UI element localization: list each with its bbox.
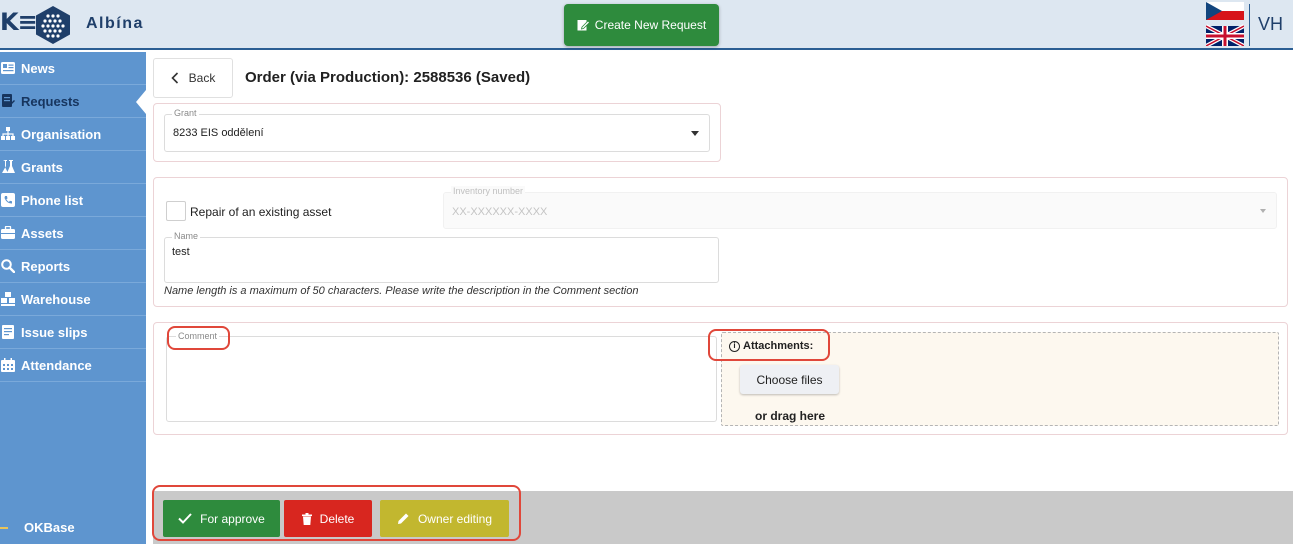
chevron-down-icon	[691, 131, 699, 136]
sidebar-item-issue-slips[interactable]: Issue slips	[0, 316, 146, 349]
info-icon: i	[729, 340, 740, 352]
name-length-hint: Name length is a maximum of 50 character…	[164, 285, 639, 297]
phone-icon	[1, 193, 15, 207]
owner-editing-label: Owner editing	[417, 511, 493, 526]
name-label: Name	[172, 231, 201, 241]
grant-select[interactable]: Grant 8233 EIS oddělení	[164, 108, 710, 152]
drag-here-text: or drag here	[755, 409, 826, 423]
briefcase-icon	[1, 226, 15, 239]
create-new-request-label: Create New Request	[594, 18, 707, 32]
sidebar-item-phone-list[interactable]: Phone list	[0, 184, 146, 217]
inventory-number-select[interactable]: Inventory number XX-XXXXXX-XXXX	[443, 186, 1277, 229]
sidebar-item-label: Issue slips	[21, 324, 88, 340]
inventory-number-label: Inventory number	[451, 186, 526, 196]
delete-label: Delete	[319, 511, 355, 526]
sidebar-item-label: Warehouse	[21, 291, 91, 307]
sidebar-item-label: Assets	[21, 225, 64, 241]
sidebar-item-label: Phone list	[21, 192, 84, 208]
app-name: Albína	[86, 15, 144, 32]
back-label: Back	[188, 71, 216, 85]
flask-icon	[2, 160, 15, 173]
sidebar-item-news[interactable]: News	[0, 52, 146, 85]
sidebar: News Requests Organisation Grants Phone …	[0, 52, 146, 544]
pencil-icon	[397, 513, 409, 524]
attachments-title-label: Attachments:	[743, 340, 814, 352]
choose-files-label: Choose files	[756, 372, 823, 387]
grant-value: 8233 EIS oddělení	[173, 127, 264, 139]
page-title: Order (via Production): 2588536 (Saved)	[245, 69, 531, 86]
user-avatar-initials[interactable]: VH	[1258, 14, 1283, 35]
sidebar-item-label: Attendance	[21, 357, 92, 373]
comment-label: Comment	[176, 331, 220, 341]
logo-hexagon-icon	[36, 6, 70, 44]
sidebar-item-label: Organisation	[21, 126, 102, 142]
name-value: test	[172, 246, 190, 258]
owner-editing-button[interactable]: Owner editing	[380, 500, 509, 537]
calendar-icon	[1, 358, 15, 372]
sidebar-item-reports[interactable]: Reports	[0, 250, 146, 283]
sidebar-item-label: Requests	[21, 93, 80, 109]
sidebar-item-label: News	[21, 60, 55, 76]
language-flags-icon[interactable]	[1206, 2, 1244, 46]
trash-icon	[301, 512, 312, 525]
sidebar-item-label: Grants	[21, 159, 63, 175]
requests-icon	[2, 94, 15, 107]
check-icon	[178, 513, 192, 524]
org-chart-icon	[1, 127, 15, 140]
create-new-request-button[interactable]: Create New Request	[564, 4, 719, 46]
inventory-number-placeholder: XX-XXXXXX-XXXX	[452, 206, 548, 218]
newspaper-icon	[1, 62, 15, 74]
chevron-down-icon	[1260, 209, 1266, 213]
top-bar: K≡ Albína Create New Request VH	[0, 0, 1293, 50]
search-icon	[1, 259, 15, 273]
sidebar-item-assets[interactable]: Assets	[0, 217, 146, 250]
okbase-icon	[0, 526, 8, 529]
comment-textarea[interactable]: Comment	[166, 331, 717, 422]
repair-existing-asset-checkbox[interactable]	[166, 201, 186, 221]
sidebar-footer-okbase[interactable]: OKBase	[0, 520, 75, 535]
sidebar-item-attendance[interactable]: Attendance	[0, 349, 146, 382]
warehouse-icon	[1, 292, 15, 306]
sidebar-item-requests[interactable]: Requests	[0, 85, 146, 118]
repair-existing-asset-label: Repair of an existing asset	[190, 205, 332, 219]
for-approve-button[interactable]: For approve	[163, 500, 280, 537]
sidebar-item-warehouse[interactable]: Warehouse	[0, 283, 146, 316]
sidebar-item-grants[interactable]: Grants	[0, 151, 146, 184]
czech-flag-icon	[1206, 2, 1244, 20]
chevron-left-icon	[171, 72, 178, 84]
edit-document-icon	[577, 20, 590, 31]
logo-mark: K≡	[0, 8, 38, 36]
active-nav-pointer	[136, 90, 146, 114]
name-input[interactable]: Name test	[164, 231, 719, 283]
grant-label: Grant	[172, 108, 199, 118]
for-approve-label: For approve	[200, 511, 265, 526]
uk-flag-icon	[1206, 24, 1244, 46]
back-button[interactable]: Back	[153, 58, 233, 98]
choose-files-button[interactable]: Choose files	[740, 365, 839, 394]
sidebar-item-label: Reports	[21, 258, 71, 274]
okbase-label: OKBase	[24, 520, 75, 535]
delete-button[interactable]: Delete	[284, 500, 372, 537]
sidebar-item-organisation[interactable]: Organisation	[0, 118, 146, 151]
attachments-title: i Attachments:	[729, 340, 813, 352]
header-divider	[1249, 4, 1250, 46]
issue-slip-icon	[2, 325, 14, 339]
